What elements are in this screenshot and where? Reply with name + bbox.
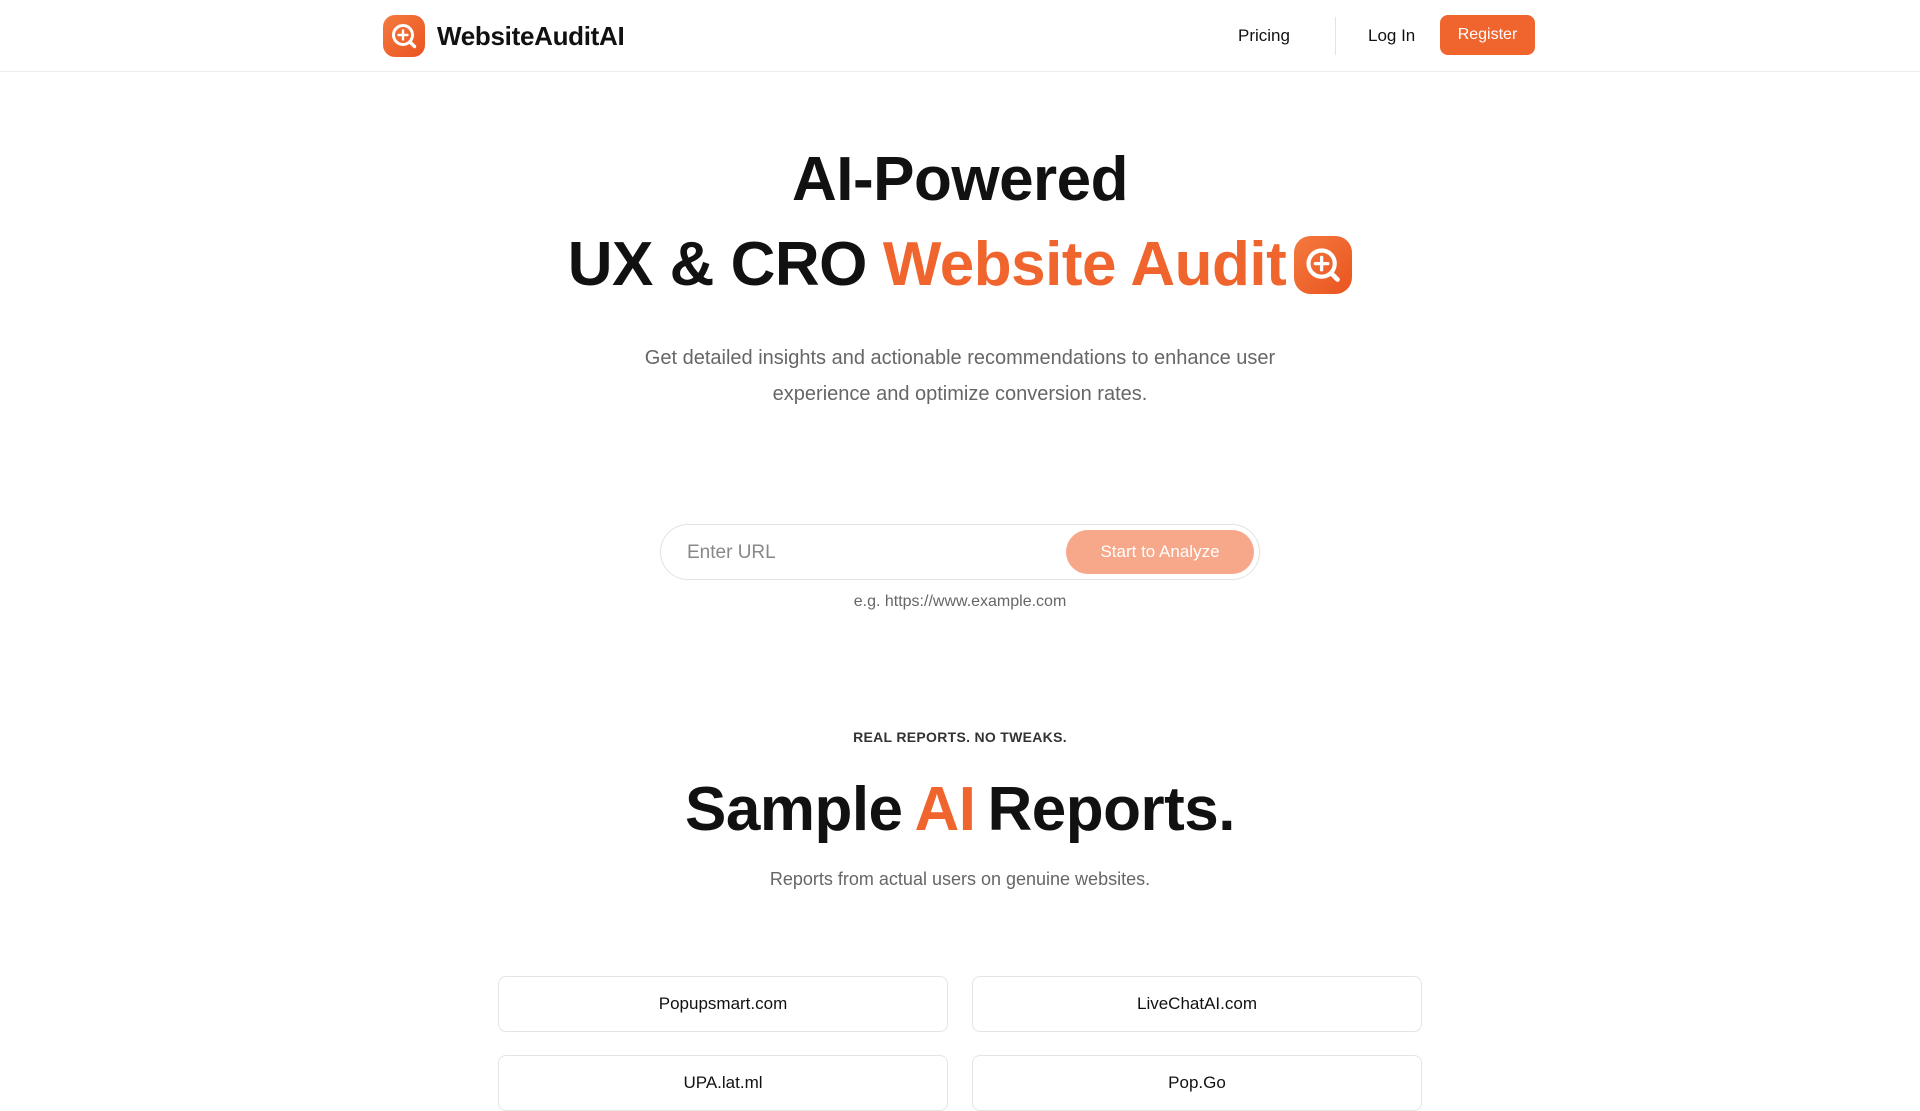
hero-title-line1: AI-Powered <box>791 145 1129 214</box>
samples-title-part1: Sample <box>684 775 903 844</box>
samples-title: Sample AI Reports. <box>0 770 1920 850</box>
brand-home-link[interactable]: WebsiteAuditAI <box>383 14 625 58</box>
url-search-box: Start to Analyze <box>660 524 1260 580</box>
nav-divider <box>1335 17 1336 55</box>
samples-title-accent: AI <box>914 775 977 844</box>
hero-subtitle: Get detailed insights and actionable rec… <box>644 347 1276 405</box>
url-input[interactable] <box>685 533 1055 573</box>
samples-eyebrow: REAL REPORTS. NO TWEAKS. <box>853 729 1067 745</box>
samples-title-part2: Reports. <box>987 775 1236 844</box>
start-analyze-button[interactable]: Start to Analyze <box>1066 530 1254 574</box>
nav-pricing-link[interactable]: Pricing <box>1238 20 1290 52</box>
samples-subtitle: Reports from actual users on genuine web… <box>769 869 1151 889</box>
report-card-4[interactable]: Pop.Go <box>972 1055 1422 1111</box>
url-hint: e.g. https://www.example.com <box>853 593 1067 610</box>
brand-name: WebsiteAuditAI <box>437 20 625 51</box>
magnifier-plus-icon <box>383 15 425 57</box>
report-card-popupsmart[interactable]: Popupsmart.com <box>498 976 948 1032</box>
report-card-3[interactable]: UPA.lat.ml <box>498 1055 948 1111</box>
site-header: WebsiteAuditAI Pricing Log In Register <box>0 0 1920 72</box>
hero-title-accent: Website Audit <box>882 230 1287 299</box>
register-button[interactable]: Register <box>1440 15 1535 55</box>
hero-title-line2: UX & CRO Website Audit <box>0 225 1920 305</box>
magnifier-plus-icon <box>1294 236 1353 294</box>
hero-title-dark: UX & CRO <box>567 230 868 299</box>
nav-login-link[interactable]: Log In <box>1368 20 1415 52</box>
report-card-livechatai[interactable]: LiveChatAI.com <box>972 976 1422 1032</box>
